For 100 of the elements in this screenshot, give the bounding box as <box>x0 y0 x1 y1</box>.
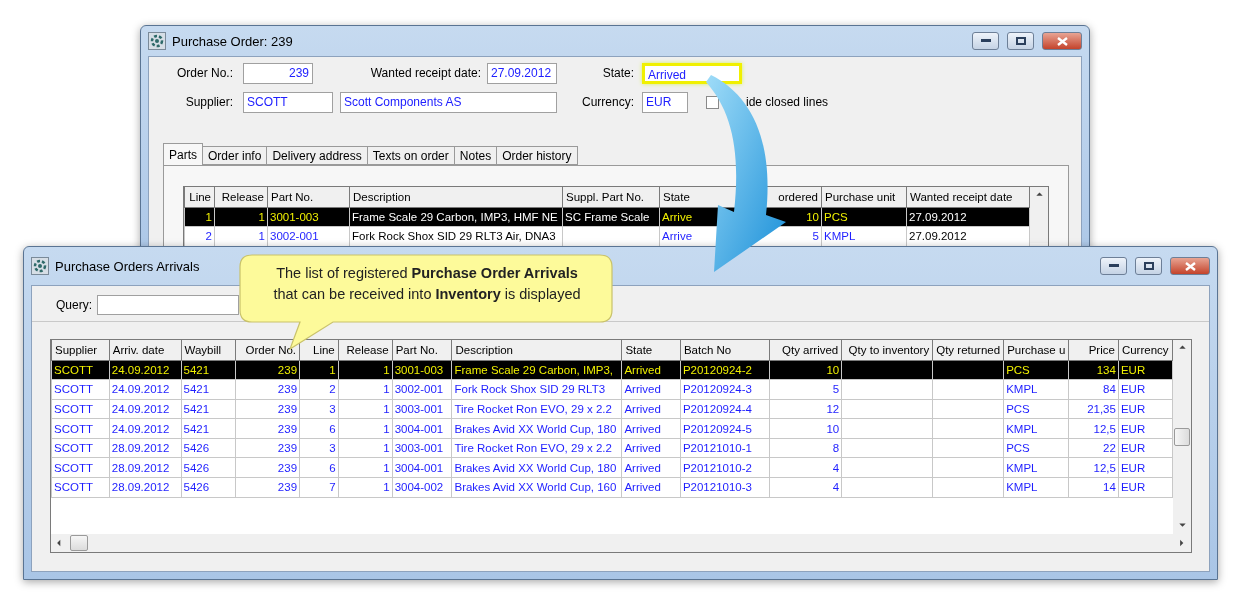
table-cell: 1 <box>214 207 268 227</box>
table-cell: 27.09.2012 <box>906 207 1030 227</box>
minimize-button[interactable] <box>972 32 999 50</box>
tab[interactable]: Order history <box>496 146 578 165</box>
input-field[interactable]: 27.09.2012 <box>487 62 557 84</box>
close-button[interactable] <box>1042 32 1082 50</box>
table-cell: SCOTT <box>51 477 110 498</box>
table-cell: SCOTT <box>51 399 110 419</box>
table-cell: 3003-001 <box>392 438 452 458</box>
scroll-thumb[interactable] <box>1174 428 1190 446</box>
window-title: Purchase Order: 239 <box>172 33 293 49</box>
scroll-up-icon[interactable] <box>1177 344 1187 352</box>
table-row[interactable]: SCOTT 24.09.2012 5421 239 2 1 3002-001 Fork Rock Shox SID 29 RLT3 Arrived P20120924-3 5 KMPL 84 EUR <box>51 379 1173 400</box>
table-cell: 28.09.2012 <box>109 438 181 458</box>
input-field[interactable]: Scott Components AS <box>340 91 557 113</box>
maximize-button[interactable] <box>1135 257 1162 275</box>
scroll-thumb[interactable] <box>70 535 88 551</box>
field-label: State: <box>601 66 634 80</box>
table-cell: 6 <box>299 418 339 439</box>
minimize-button[interactable] <box>1100 257 1127 275</box>
table-cell: 239 <box>235 379 300 400</box>
input-field[interactable]: 239 <box>243 62 313 84</box>
table-cell: PCS <box>1003 360 1069 380</box>
table-row[interactable]: SCOTT 28.09.2012 5426 239 3 1 3003-001 Tire Rocket Ron EVO, 29 x 2.2 Arrived P20121010-1 8 PCS 22 EUR <box>51 438 1173 458</box>
tab[interactable]: Parts <box>163 143 203 165</box>
table-cell: 3004-002 <box>392 477 452 498</box>
maximize-button[interactable] <box>1007 32 1034 50</box>
field-label: Supplier: <box>184 95 233 109</box>
table-row[interactable]: SCOTT 28.09.2012 5426 239 6 1 3004-001 Brakes Avid XX World Cup, 180 Arrived P20121010-2 4 KMPL 12,5 EUR <box>51 457 1173 478</box>
table-cell: 10 <box>769 418 842 439</box>
tab[interactable]: Order info <box>202 146 268 165</box>
table-cell: 22 <box>1068 438 1119 458</box>
table-cell: 21,35 <box>1068 399 1119 419</box>
table-cell: SC Frame Scale <box>562 207 660 227</box>
table-cell: 239 <box>235 399 300 419</box>
table-cell: Arrived <box>621 438 681 458</box>
column-header[interactable]: Description <box>353 190 411 203</box>
table-cell: EUR <box>1118 457 1173 478</box>
table-cell: 28.09.2012 <box>109 457 181 478</box>
table-cell: 3003-001 <box>392 399 452 419</box>
table-cell: 3001-003 <box>267 207 350 227</box>
table-cell: SCOTT <box>51 418 110 439</box>
table-cell: 12,5 <box>1068 418 1119 439</box>
table-cell: P20120924-2 <box>680 360 769 380</box>
tab[interactable]: Texts on order <box>366 146 455 165</box>
table-row[interactable]: SCOTT 24.09.2012 5421 239 3 1 3003-001 Tire Rocket Ron EVO, 29 x 2.2 Arrived P20120924-4 12 PCS 21,35 EUR <box>51 399 1173 419</box>
close-icon <box>1184 261 1196 271</box>
table-row[interactable]: SCOTT 24.09.2012 5421 239 1 1 3001-003 Frame Scale 29 Carbon, IMP3, Arrived P20120924-2 10 PCS 134 EUR <box>51 360 1173 380</box>
table-cell: PCS <box>821 207 907 227</box>
input-field[interactable]: SCOTT <box>243 91 333 113</box>
table-row[interactable]: SCOTT 24.09.2012 5421 239 6 1 3004-001 Brakes Avid XX World Cup, 180 Arrived P20120924-5 10 KMPL 12,5 EUR <box>51 418 1173 439</box>
input-field[interactable]: EUR <box>642 91 688 113</box>
maximize-icon <box>1143 262 1154 270</box>
table-cell: 4 <box>769 457 842 478</box>
table-cell: P20121010-2 <box>680 457 769 478</box>
tab[interactable]: Delivery address <box>266 146 368 165</box>
scroll-up-icon[interactable] <box>1034 191 1044 199</box>
table-cell: PCS <box>1003 438 1069 458</box>
scrollbar[interactable] <box>1173 340 1191 534</box>
table-cell: SCOTT <box>51 457 110 478</box>
table-cell: 239 <box>235 477 300 498</box>
checkbox[interactable] <box>706 95 719 109</box>
table-cell: 10 <box>769 360 842 380</box>
table-cell: 24.09.2012 <box>109 360 181 380</box>
table-cell: 239 <box>235 438 300 458</box>
query-field[interactable] <box>97 294 239 315</box>
table-cell: 3004-001 <box>392 457 452 478</box>
checkbox-label: ide closed lines <box>746 95 829 109</box>
scroll-down-icon[interactable] <box>1177 522 1187 530</box>
field-label: Wanted receipt date: <box>369 66 481 80</box>
close-icon <box>1056 36 1068 46</box>
table-cell: 1 <box>338 438 393 458</box>
table-cell: 239 <box>235 418 300 439</box>
table-cell: KMPL <box>1003 379 1069 400</box>
table-cell: EUR <box>1118 360 1173 380</box>
table-cell: P20120924-4 <box>680 399 769 419</box>
table-cell: 5421 <box>181 360 236 380</box>
table-cell: 14 <box>1068 477 1119 498</box>
table-cell: Arrived <box>621 418 681 439</box>
table-cell: 24.09.2012 <box>109 418 181 439</box>
minimize-icon <box>1108 264 1119 268</box>
table-cell: 1 <box>338 379 393 400</box>
app-icon <box>148 32 166 50</box>
horizontal-scrollbar[interactable] <box>51 534 1191 552</box>
table-cell: Brakes Avid XX World Cup, 180 <box>451 418 622 439</box>
table-cell: 1 <box>338 399 393 419</box>
callout-text: The list of registered Purchase Order Arrivals that can be received into Inventory is displayed <box>272 264 582 304</box>
close-button[interactable] <box>1170 257 1210 275</box>
table-cell: 1 <box>338 360 393 380</box>
table-cell: 28.09.2012 <box>109 477 181 498</box>
table-cell: EUR <box>1118 477 1173 498</box>
input-field[interactable]: Arrived <box>642 62 742 84</box>
tab[interactable]: Notes <box>453 146 498 165</box>
table-cell: 6 <box>299 457 339 478</box>
app-icon <box>31 257 49 275</box>
scrollbar[interactable] <box>1030 187 1048 243</box>
table-cell: EUR <box>1118 379 1173 400</box>
table-cell: 1 <box>299 360 339 380</box>
table-row[interactable]: SCOTT 28.09.2012 5426 239 7 1 3004-002 Brakes Avid XX World Cup, 160 Arrived P20121010-3 4 KMPL 14 EUR <box>51 477 1173 498</box>
table-cell: 3002-001 <box>392 379 452 400</box>
